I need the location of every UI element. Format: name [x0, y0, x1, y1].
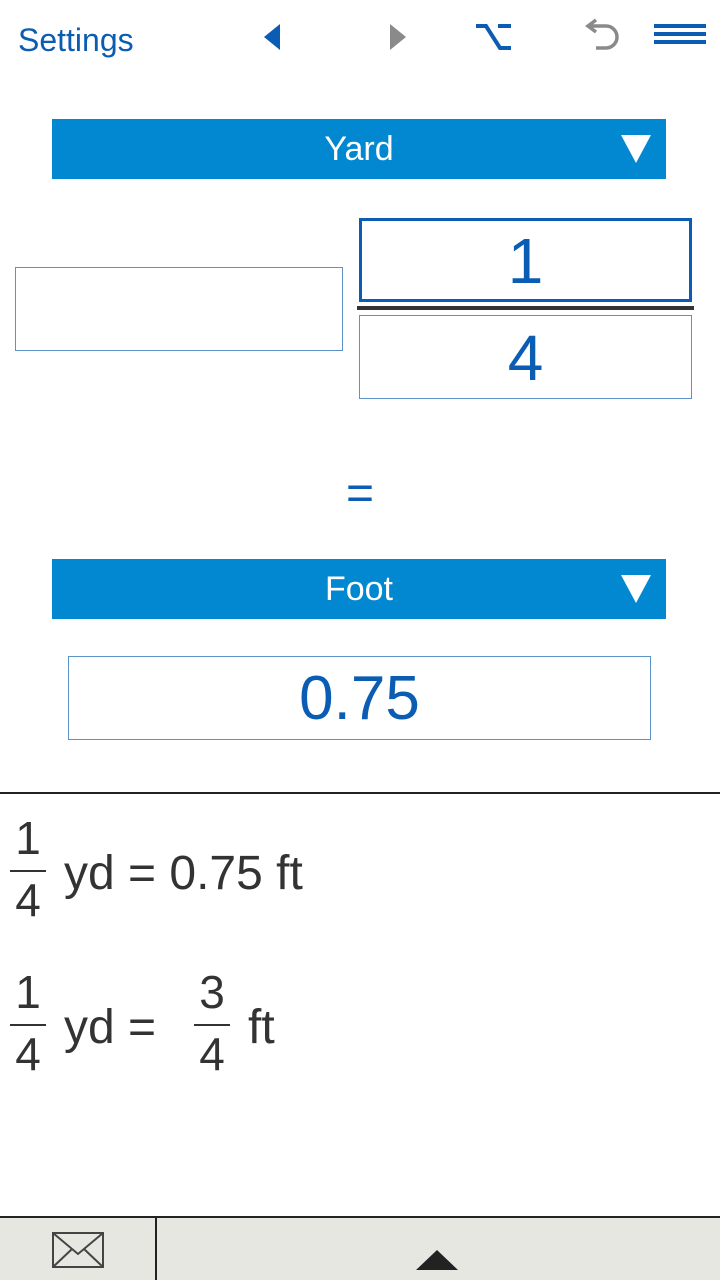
history-result-numerator: 3	[199, 966, 225, 1018]
settings-button[interactable]: Settings	[18, 20, 134, 60]
history-fraction: 1 4	[8, 812, 48, 930]
to-unit-label: Foot	[324, 570, 394, 608]
history-denominator: 4	[15, 874, 41, 926]
history-item: 1 4 yd = 3 4 ft	[8, 966, 708, 1106]
history-list: 1 4 yd = 0.75 ft 1 4 yd = 3 4 ft	[0, 800, 720, 1200]
divider	[0, 792, 720, 794]
chevron-down-icon	[620, 573, 652, 610]
top-toolbar: Settings	[0, 0, 720, 80]
history-result-fraction: 3 4	[192, 966, 232, 1084]
undo-icon[interactable]	[582, 18, 622, 56]
menu-icon[interactable]	[654, 22, 706, 46]
triangle-up-icon[interactable]	[414, 1248, 460, 1276]
whole-number-input[interactable]	[15, 267, 343, 351]
bottom-bar	[0, 1216, 720, 1280]
mail-icon[interactable]	[50, 1230, 106, 1272]
triangle-left-icon[interactable]	[262, 22, 282, 52]
equals-sign: =	[345, 467, 375, 520]
denominator-input[interactable]: 4	[359, 315, 692, 399]
history-fraction-bar	[10, 1024, 46, 1026]
history-text: yd =	[64, 1001, 157, 1054]
chevron-down-icon	[620, 133, 652, 170]
from-unit-label: Yard	[324, 130, 394, 168]
history-result-denominator: 4	[199, 1028, 225, 1080]
history-unit: ft	[248, 1001, 275, 1054]
result-output: 0.75	[68, 656, 651, 740]
history-numerator: 1	[15, 812, 41, 864]
history-item: 1 4 yd = 0.75 ft	[8, 812, 708, 952]
history-fraction: 1 4	[8, 966, 48, 1084]
option-key-icon[interactable]	[474, 20, 514, 52]
numerator-input[interactable]: 1	[359, 218, 692, 302]
history-fraction-bar	[10, 870, 46, 872]
fraction-bar	[357, 306, 694, 310]
from-unit-dropdown[interactable]: Yard	[52, 119, 666, 179]
to-unit-dropdown[interactable]: Foot	[52, 559, 666, 619]
triangle-right-icon[interactable]	[388, 22, 408, 52]
history-text: yd = 0.75 ft	[64, 847, 303, 900]
history-numerator: 1	[15, 966, 41, 1018]
history-fraction-bar	[194, 1024, 230, 1026]
history-denominator: 4	[15, 1028, 41, 1080]
bottom-bar-separator	[155, 1218, 157, 1280]
